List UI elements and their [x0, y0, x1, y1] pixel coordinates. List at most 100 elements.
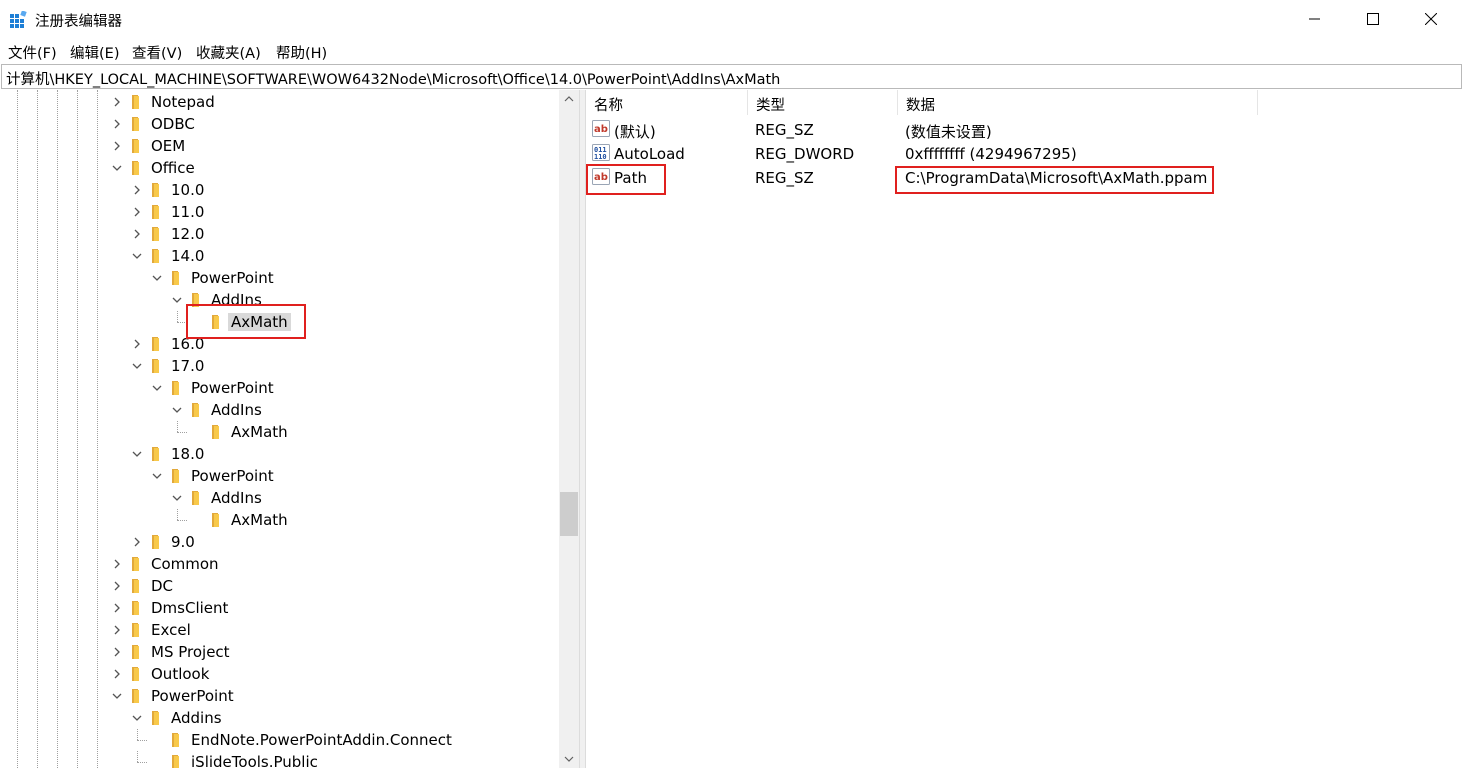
tree-node[interactable]: 18.0 — [1, 443, 557, 465]
string-value-icon: ab — [592, 120, 610, 137]
pane-splitter[interactable] — [579, 90, 586, 768]
menu-edit[interactable]: 编辑(E) — [70, 42, 119, 63]
key-tree[interactable]: Notepad ODBC OEM Office 10.0 11.0 12.0 14.0 Powe… — [1, 90, 579, 768]
menu-help[interactable]: 帮助(H) — [276, 42, 327, 63]
tree-node[interactable]: AddIns — [1, 399, 557, 421]
tree-node[interactable]: PowerPoint — [1, 377, 557, 399]
chevron-right-icon[interactable] — [111, 646, 123, 658]
chevron-down-icon[interactable] — [151, 382, 163, 394]
chevron-right-icon[interactable] — [111, 140, 123, 152]
tree-node[interactable]: 12.0 — [1, 223, 557, 245]
tree-node[interactable]: AddIns — [1, 487, 557, 509]
scroll-thumb[interactable] — [560, 492, 578, 536]
tree-node[interactable]: PowerPoint — [1, 465, 557, 487]
tree-node-label: PowerPoint — [191, 379, 274, 397]
tree-node[interactable]: 17.0 — [1, 355, 557, 377]
tree-node[interactable]: ODBC — [1, 113, 557, 135]
chevron-right-icon[interactable] — [111, 624, 123, 636]
tree-node[interactable]: EndNote.PowerPointAddin.Connect — [1, 729, 557, 751]
maximize-button[interactable] — [1344, 0, 1402, 38]
binary-value-icon: 011 110 — [592, 144, 610, 161]
tree-scrollbar[interactable] — [559, 90, 579, 768]
chevron-down-icon[interactable] — [131, 448, 143, 460]
chevron-right-icon[interactable] — [111, 118, 123, 130]
tree-node[interactable]: Common — [1, 553, 557, 575]
value-row[interactable]: 011 110 AutoLoad REG_DWORD 0xffffffff (4… — [586, 141, 1463, 165]
tree-node[interactable]: Office — [1, 157, 557, 179]
chevron-down-icon[interactable] — [131, 712, 143, 724]
tree-node-label: Outlook — [151, 665, 210, 683]
chevron-down-icon[interactable] — [171, 404, 183, 416]
chevron-down-icon[interactable] — [111, 690, 123, 702]
value-data: 0xffffffff (4294967295) — [905, 145, 1077, 163]
chevron-down-icon[interactable] — [151, 272, 163, 284]
chevron-right-icon[interactable] — [131, 184, 143, 196]
scroll-down-button[interactable] — [559, 750, 579, 768]
chevron-down-icon[interactable] — [111, 162, 123, 174]
tree-node[interactable]: 14.0 — [1, 245, 557, 267]
tree-node[interactable]: iSlideTools.Public — [1, 751, 557, 768]
column-header-data[interactable]: 数据 — [898, 90, 1258, 115]
tree-node[interactable]: OEM — [1, 135, 557, 157]
tree-node[interactable]: 11.0 — [1, 201, 557, 223]
menu-favorites[interactable]: 收藏夹(A) — [196, 42, 261, 63]
chevron-right-icon[interactable] — [131, 536, 143, 548]
column-header-type[interactable]: 类型 — [748, 90, 898, 115]
folder-icon — [152, 447, 159, 461]
tree-connector — [177, 509, 178, 520]
folder-icon — [132, 579, 139, 593]
value-list[interactable]: 名称 类型 数据 ab (默认) REG_SZ (数值未设置) 011 110 … — [586, 90, 1463, 768]
value-type: REG_SZ — [755, 121, 814, 139]
folder-icon — [212, 513, 219, 527]
chevron-down-icon[interactable] — [131, 360, 143, 372]
tree-node-label: OEM — [151, 137, 186, 155]
tree-node[interactable]: 9.0 — [1, 531, 557, 553]
menu-file[interactable]: 文件(F) — [8, 42, 57, 63]
folder-icon — [172, 271, 179, 285]
chevron-right-icon[interactable] — [131, 338, 143, 350]
menu-bar: 文件(F) 编辑(E) 查看(V) 收藏夹(A) 帮助(H) — [0, 38, 1463, 64]
tree-node[interactable]: Addins — [1, 707, 557, 729]
chevron-right-icon[interactable] — [111, 558, 123, 570]
chevron-down-icon[interactable] — [171, 294, 183, 306]
tree-node[interactable]: PowerPoint — [1, 267, 557, 289]
chevron-right-icon[interactable] — [111, 668, 123, 680]
tree-node-label: Notepad — [151, 93, 215, 111]
address-path[interactable]: 计算机\HKEY_LOCAL_MACHINE\SOFTWARE\WOW6432N… — [6, 68, 780, 89]
column-header-name[interactable]: 名称 — [586, 90, 748, 115]
chevron-right-icon[interactable] — [111, 580, 123, 592]
chevron-down-icon[interactable] — [171, 492, 183, 504]
folder-icon — [132, 601, 139, 615]
close-button[interactable] — [1402, 0, 1460, 38]
folder-icon — [152, 711, 159, 725]
chevron-down-icon[interactable] — [151, 470, 163, 482]
chevron-right-icon[interactable] — [111, 96, 123, 108]
tree-node[interactable]: 10.0 — [1, 179, 557, 201]
chevron-down-icon[interactable] — [131, 250, 143, 262]
folder-icon — [132, 557, 139, 571]
tree-node[interactable]: Excel — [1, 619, 557, 641]
tree-node[interactable]: MS Project — [1, 641, 557, 663]
tree-node[interactable]: Outlook — [1, 663, 557, 685]
scroll-up-button[interactable] — [559, 90, 579, 108]
tree-node-label: Excel — [151, 621, 191, 639]
address-bar[interactable]: 计算机\HKEY_LOCAL_MACHINE\SOFTWARE\WOW6432N… — [1, 64, 1462, 89]
value-row[interactable]: ab (默认) REG_SZ (数值未设置) — [586, 117, 1463, 141]
tree-node[interactable]: AxMath — [1, 509, 557, 531]
tree-node-label: 14.0 — [171, 247, 205, 265]
tree-node[interactable]: DC — [1, 575, 557, 597]
folder-icon — [152, 227, 159, 241]
tree-node-label: 12.0 — [171, 225, 205, 243]
chevron-right-icon[interactable] — [111, 602, 123, 614]
tree-node[interactable]: AxMath — [1, 421, 557, 443]
folder-icon — [172, 755, 179, 768]
tree-node[interactable]: PowerPoint — [1, 685, 557, 707]
chevron-right-icon[interactable] — [131, 206, 143, 218]
minimize-button[interactable] — [1286, 0, 1344, 38]
close-icon — [1425, 13, 1437, 25]
tree-node[interactable]: Notepad — [1, 91, 557, 113]
menu-view[interactable]: 查看(V) — [132, 42, 182, 63]
tree-connector — [177, 520, 187, 521]
chevron-right-icon[interactable] — [131, 228, 143, 240]
tree-node[interactable]: DmsClient — [1, 597, 557, 619]
